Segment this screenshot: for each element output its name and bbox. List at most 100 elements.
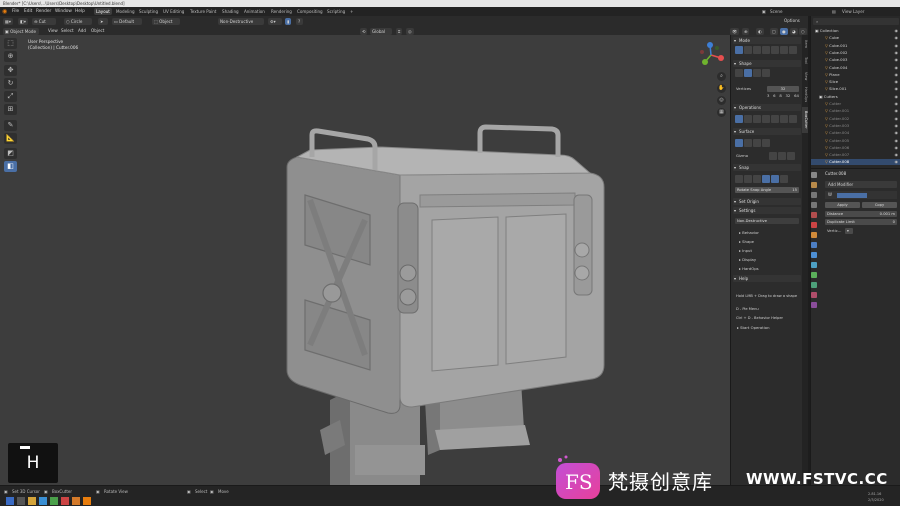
mode-cut-icon[interactable] bbox=[735, 46, 743, 54]
perspective-toggle-icon[interactable]: ▦ bbox=[717, 108, 726, 117]
visibility-icon[interactable]: 👁 bbox=[730, 27, 740, 35]
section-mode[interactable]: Mode bbox=[733, 37, 801, 44]
snap-d-icon[interactable] bbox=[762, 175, 770, 183]
scale-tool-icon[interactable]: ⤢ bbox=[4, 91, 17, 102]
move-tool-icon[interactable]: ✥ bbox=[4, 65, 17, 76]
outliner-row[interactable]: ▽ Cutter.004 ◉ bbox=[811, 130, 900, 136]
menu-render[interactable]: Render bbox=[36, 7, 51, 16]
outliner-row[interactable]: ▽ Slice ◉ bbox=[811, 79, 900, 85]
preset-64[interactable]: 64 bbox=[794, 93, 799, 99]
gizmo-a-icon[interactable] bbox=[769, 152, 777, 160]
outliner-row[interactable]: ▽ Slice.001 ◉ bbox=[811, 86, 900, 92]
nondestructive-select[interactable]: Non-Destructive bbox=[735, 218, 799, 224]
cursor-tool-icon[interactable]: ⊕ bbox=[4, 51, 17, 62]
visibility-eye-icon[interactable]: ◉ bbox=[895, 145, 899, 151]
tab-uv-editing[interactable]: UV Editing bbox=[161, 8, 186, 15]
scene-props-icon[interactable] bbox=[811, 212, 817, 218]
add-workspace-icon[interactable]: + bbox=[348, 8, 355, 15]
mode-dropdown[interactable]: ▣ Object Mode bbox=[3, 27, 39, 35]
shape-ngon-icon[interactable] bbox=[753, 69, 761, 77]
constraints-props-icon[interactable] bbox=[811, 272, 817, 278]
visibility-eye-icon[interactable]: ◉ bbox=[895, 138, 899, 144]
rotate-tool-icon[interactable]: ↻ bbox=[4, 78, 17, 89]
view-layer-props-icon[interactable] bbox=[811, 202, 817, 208]
visibility-eye-icon[interactable]: ◉ bbox=[895, 79, 899, 85]
tab-rendering[interactable]: Rendering bbox=[269, 8, 294, 15]
particles-props-icon[interactable] bbox=[811, 252, 817, 258]
gizmo-b-icon[interactable] bbox=[778, 152, 786, 160]
surface-object-icon[interactable] bbox=[735, 139, 743, 147]
snap-c-icon[interactable] bbox=[753, 175, 761, 183]
outliner-row[interactable]: ▣ Collection ◉ bbox=[811, 28, 900, 34]
distance-field[interactable]: Distance 0.001 m bbox=[825, 211, 897, 217]
tab-hardops[interactable]: HardOps bbox=[802, 85, 808, 105]
taskbar-explorer-icon[interactable] bbox=[28, 497, 36, 505]
blender-logo-icon[interactable]: ◉ bbox=[2, 7, 7, 16]
outliner-row[interactable]: ▽ Cutter.008 ◉ bbox=[811, 159, 900, 166]
navigation-gizmo[interactable] bbox=[697, 40, 727, 70]
settings-display[interactable]: Display bbox=[739, 257, 756, 263]
world-props-icon[interactable] bbox=[811, 222, 817, 228]
taskbar-app-icon[interactable] bbox=[50, 497, 58, 505]
cursor-icon[interactable]: ➤ bbox=[98, 17, 108, 25]
tab-view[interactable]: View bbox=[802, 69, 808, 83]
outliner-row[interactable]: ▽ Cutter.005 ◉ bbox=[811, 138, 900, 144]
visibility-eye-icon[interactable]: ◉ bbox=[895, 72, 899, 78]
gizmo-toggle-icon[interactable]: ⊕ bbox=[742, 27, 750, 35]
settings-hardops[interactable]: HardOps bbox=[739, 266, 758, 272]
cut-dropdown[interactable]: ⊖ Cut bbox=[32, 17, 56, 25]
snap-icon[interactable]: ⌗ bbox=[396, 27, 403, 35]
mode-make-icon[interactable] bbox=[789, 46, 797, 54]
snap-e-icon[interactable] bbox=[771, 175, 779, 183]
mode-extract-icon[interactable] bbox=[780, 46, 788, 54]
section-surface[interactable]: Surface bbox=[733, 128, 801, 135]
rotate-snap-field[interactable]: Rotate Snap Angle 15 bbox=[735, 187, 799, 193]
taskbar-edge-icon[interactable] bbox=[39, 497, 47, 505]
modifier-toggles[interactable] bbox=[837, 192, 868, 198]
visibility-eye-icon[interactable]: ◉ bbox=[895, 50, 899, 56]
op-offset-icon[interactable] bbox=[753, 115, 761, 123]
view-layer-icon[interactable]: ▤ bbox=[830, 8, 838, 15]
visibility-eye-icon[interactable]: ◉ bbox=[895, 35, 899, 41]
options-dropdown[interactable]: Options bbox=[784, 17, 800, 24]
menu-edit[interactable]: Edit bbox=[24, 7, 32, 16]
outliner-row[interactable]: ▽ Cube.001 ◉ bbox=[811, 43, 900, 49]
mode-slice-icon[interactable] bbox=[744, 46, 752, 54]
object-props-icon[interactable] bbox=[811, 232, 817, 238]
data-props-icon[interactable] bbox=[811, 282, 817, 288]
section-help[interactable]: Help bbox=[733, 275, 801, 282]
menu-window[interactable]: Window bbox=[55, 7, 72, 16]
taskbar-app2-icon[interactable] bbox=[61, 497, 69, 505]
default-dropdown[interactable]: ▭ Default bbox=[112, 17, 142, 25]
shape-custom-icon[interactable] bbox=[762, 69, 770, 77]
3d-viewport[interactable]: User Perspective (Collection) | Cutter.0… bbox=[0, 35, 730, 485]
duplicate-limit-field[interactable]: Duplicate Limit 0 bbox=[825, 219, 897, 225]
apply-button[interactable]: Apply bbox=[825, 202, 860, 208]
preset-8[interactable]: 8 bbox=[779, 93, 781, 99]
surface-view-icon[interactable] bbox=[744, 139, 752, 147]
boxcutter-tool-button[interactable]: ◧ bbox=[4, 161, 17, 172]
tab-shading[interactable]: Shading bbox=[220, 8, 241, 15]
pause-icon[interactable]: ▮ bbox=[285, 17, 291, 25]
visibility-eye-icon[interactable]: ◉ bbox=[895, 130, 899, 136]
outliner-row[interactable]: ▽ Cutter.007 ◉ bbox=[811, 152, 900, 158]
surface-world-icon[interactable] bbox=[762, 139, 770, 147]
op-scale-icon[interactable] bbox=[780, 115, 788, 123]
shape-circle-icon[interactable] bbox=[744, 69, 752, 77]
nondestructive-dropdown[interactable]: Non-Destructive bbox=[218, 17, 264, 25]
boxcutter-tool-icon[interactable]: ◧▾ bbox=[18, 17, 28, 25]
op-draw-icon[interactable] bbox=[735, 115, 743, 123]
visibility-eye-icon[interactable]: ◉ bbox=[895, 94, 899, 100]
select-box-icon[interactable]: ⬚ bbox=[4, 38, 17, 49]
visibility-eye-icon[interactable]: ◉ bbox=[895, 57, 899, 63]
object-dropdown[interactable]: ⬚ Object bbox=[152, 17, 180, 25]
vertices-field[interactable]: 32 bbox=[767, 86, 799, 92]
circle-dropdown[interactable]: ○ Circle bbox=[64, 17, 92, 25]
settings-input[interactable]: Input bbox=[739, 248, 752, 254]
settings-shape[interactable]: Shape bbox=[739, 239, 754, 245]
settings-gear-icon[interactable]: ⚙▾ bbox=[268, 17, 282, 25]
outliner-row[interactable]: ▽ Cube ◉ bbox=[811, 35, 900, 41]
visibility-eye-icon[interactable]: ◉ bbox=[895, 152, 899, 158]
tab-tool[interactable]: Tool bbox=[802, 53, 808, 67]
outliner-row[interactable]: ▽ Cutter.006 ◉ bbox=[811, 145, 900, 151]
